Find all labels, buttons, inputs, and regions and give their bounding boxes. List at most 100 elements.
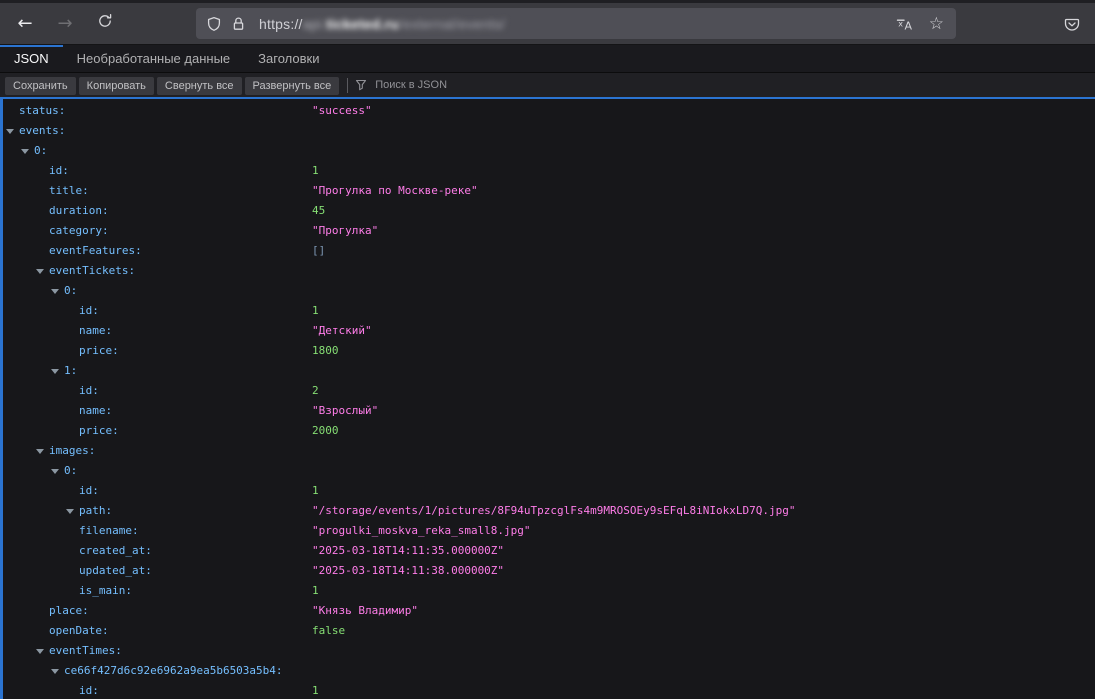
json-row[interactable]: id: 1 xyxy=(3,301,1095,321)
json-value: "Прогулка" xyxy=(312,221,378,241)
expand-arrow-icon[interactable] xyxy=(51,469,59,474)
json-key: id: xyxy=(79,301,99,321)
json-row[interactable]: created_at: "2025-03-18T14:11:35.000000Z… xyxy=(3,541,1095,561)
json-row[interactable]: 1: xyxy=(3,361,1095,381)
json-row[interactable]: name: "Взрослый" xyxy=(3,401,1095,421)
json-key: title: xyxy=(49,181,89,201)
viewer-tabbar: JSONНеобработанные данныеЗаголовки xyxy=(0,45,1095,73)
json-key: events: xyxy=(19,121,65,141)
url-text: https://api.ticketed.ru/external/events/ xyxy=(259,16,505,32)
json-key: price: xyxy=(79,421,119,441)
url-bar[interactable]: https://api.ticketed.ru/external/events/… xyxy=(196,8,956,39)
tab-raw-data[interactable]: Необработанные данные xyxy=(63,45,244,72)
json-value: "Взрослый" xyxy=(312,401,378,421)
json-key: price: xyxy=(79,341,119,361)
expand-arrow-icon[interactable] xyxy=(6,129,14,134)
json-value: 1 xyxy=(312,161,319,181)
json-row[interactable]: 0: xyxy=(3,461,1095,481)
json-key: 0: xyxy=(64,461,77,481)
expand-all-button[interactable]: Развернуть все xyxy=(245,77,340,95)
json-row[interactable]: 0: xyxy=(3,141,1095,161)
json-key: name: xyxy=(79,321,112,341)
json-value: "2025-03-18T14:11:38.000000Z" xyxy=(312,561,504,581)
json-row[interactable]: images: xyxy=(3,441,1095,461)
shield-icon[interactable] xyxy=(206,16,222,32)
json-value: 2 xyxy=(312,381,319,401)
json-row[interactable]: eventFeatures: [] xyxy=(3,241,1095,261)
json-key: eventTimes: xyxy=(49,641,122,661)
expand-arrow-icon[interactable] xyxy=(66,509,74,514)
svg-text:A: A xyxy=(904,19,912,32)
json-row[interactable]: duration: 45 xyxy=(3,201,1095,221)
forward-button[interactable]: → xyxy=(48,8,82,40)
copy-button[interactable]: Копировать xyxy=(79,77,154,95)
json-key: images: xyxy=(49,441,95,461)
tab-headers[interactable]: Заголовки xyxy=(244,45,333,72)
back-button[interactable]: ← xyxy=(8,8,42,40)
json-row[interactable]: price: 1800 xyxy=(3,341,1095,361)
json-key: ce66f427d6c92e6962a9ea5b6503a5b4: xyxy=(64,661,283,681)
json-search-input[interactable] xyxy=(373,78,593,92)
expand-arrow-icon[interactable] xyxy=(51,669,59,674)
json-row[interactable]: filename: "progulki_moskva_reka_small8.j… xyxy=(3,521,1095,541)
json-row[interactable]: name: "Детский" xyxy=(3,321,1095,341)
reload-button[interactable] xyxy=(88,8,122,40)
json-row[interactable]: path: "/storage/events/1/pictures/8F94uT… xyxy=(3,501,1095,521)
json-row[interactable]: 0: xyxy=(3,281,1095,301)
json-value: "2025-03-18T14:11:35.000000Z" xyxy=(312,541,504,561)
expand-arrow-icon[interactable] xyxy=(51,289,59,294)
expand-arrow-icon[interactable] xyxy=(51,369,59,374)
expand-arrow-icon[interactable] xyxy=(36,449,44,454)
json-row[interactable]: price: 2000 xyxy=(3,421,1095,441)
json-value: "Прогулка по Москве-реке" xyxy=(312,181,478,201)
json-value: "/storage/events/1/pictures/8F94uTpzcglF… xyxy=(312,501,795,521)
collapse-all-button[interactable]: Свернуть все xyxy=(157,77,242,95)
json-row[interactable]: events: xyxy=(3,121,1095,141)
json-key: status: xyxy=(19,101,65,121)
json-value: 1 xyxy=(312,481,319,501)
json-row[interactable]: is_main: 1 xyxy=(3,581,1095,601)
expand-arrow-icon[interactable] xyxy=(21,149,29,154)
json-row[interactable]: place: "Князь Владимир" xyxy=(3,601,1095,621)
browser-toolbar: ← → https://api.ticketed.r xyxy=(0,0,1095,45)
json-key: category: xyxy=(49,221,109,241)
json-key: 0: xyxy=(64,281,77,301)
json-row[interactable]: ce66f427d6c92e6962a9ea5b6503a5b4: xyxy=(3,661,1095,681)
json-row[interactable]: openDate: false xyxy=(3,621,1095,641)
json-row[interactable]: id: 1 xyxy=(3,681,1095,699)
nav-button-group: ← → xyxy=(0,8,196,40)
json-key: name: xyxy=(79,401,112,421)
tab-json[interactable]: JSON xyxy=(0,45,63,72)
json-key: created_at: xyxy=(79,541,152,561)
json-value: "Князь Владимир" xyxy=(312,601,418,621)
translate-icon[interactable]: x A xyxy=(895,16,915,32)
json-key: id: xyxy=(49,161,69,181)
json-row[interactable]: title: "Прогулка по Москве-реке" xyxy=(3,181,1095,201)
json-row[interactable]: eventTickets: xyxy=(3,261,1095,281)
lock-icon[interactable] xyxy=(231,16,246,32)
json-key: id: xyxy=(79,381,99,401)
bookmark-star-icon[interactable]: ☆ xyxy=(929,14,944,34)
json-row[interactable]: id: 2 xyxy=(3,381,1095,401)
save-button[interactable]: Сохранить xyxy=(5,77,76,95)
pocket-button[interactable] xyxy=(1063,15,1081,33)
json-key: path: xyxy=(79,501,112,521)
json-row[interactable]: category: "Прогулка" xyxy=(3,221,1095,241)
url-domain: ticketed.ru xyxy=(326,16,399,32)
expand-arrow-icon[interactable] xyxy=(36,269,44,274)
url-path: /external/events/ xyxy=(399,16,505,32)
json-value: [] xyxy=(312,241,325,261)
viewer-toolbar: СохранитьКопироватьСвернуть всеРазвернут… xyxy=(0,73,1095,97)
json-row[interactable]: status: "success" xyxy=(3,101,1095,121)
expand-arrow-icon[interactable] xyxy=(36,649,44,654)
json-row[interactable]: updated_at: "2025-03-18T14:11:38.000000Z… xyxy=(3,561,1095,581)
toolbar-separator xyxy=(347,78,348,93)
pocket-icon xyxy=(1063,15,1081,33)
json-row[interactable]: id: 1 xyxy=(3,161,1095,181)
json-row[interactable]: eventTimes: xyxy=(3,641,1095,661)
json-panel: status: "success" events: 0: id: 1 title… xyxy=(0,97,1095,699)
reload-icon xyxy=(97,13,113,29)
json-row[interactable]: id: 1 xyxy=(3,481,1095,501)
json-value: "Детский" xyxy=(312,321,372,341)
json-key: id: xyxy=(79,481,99,501)
